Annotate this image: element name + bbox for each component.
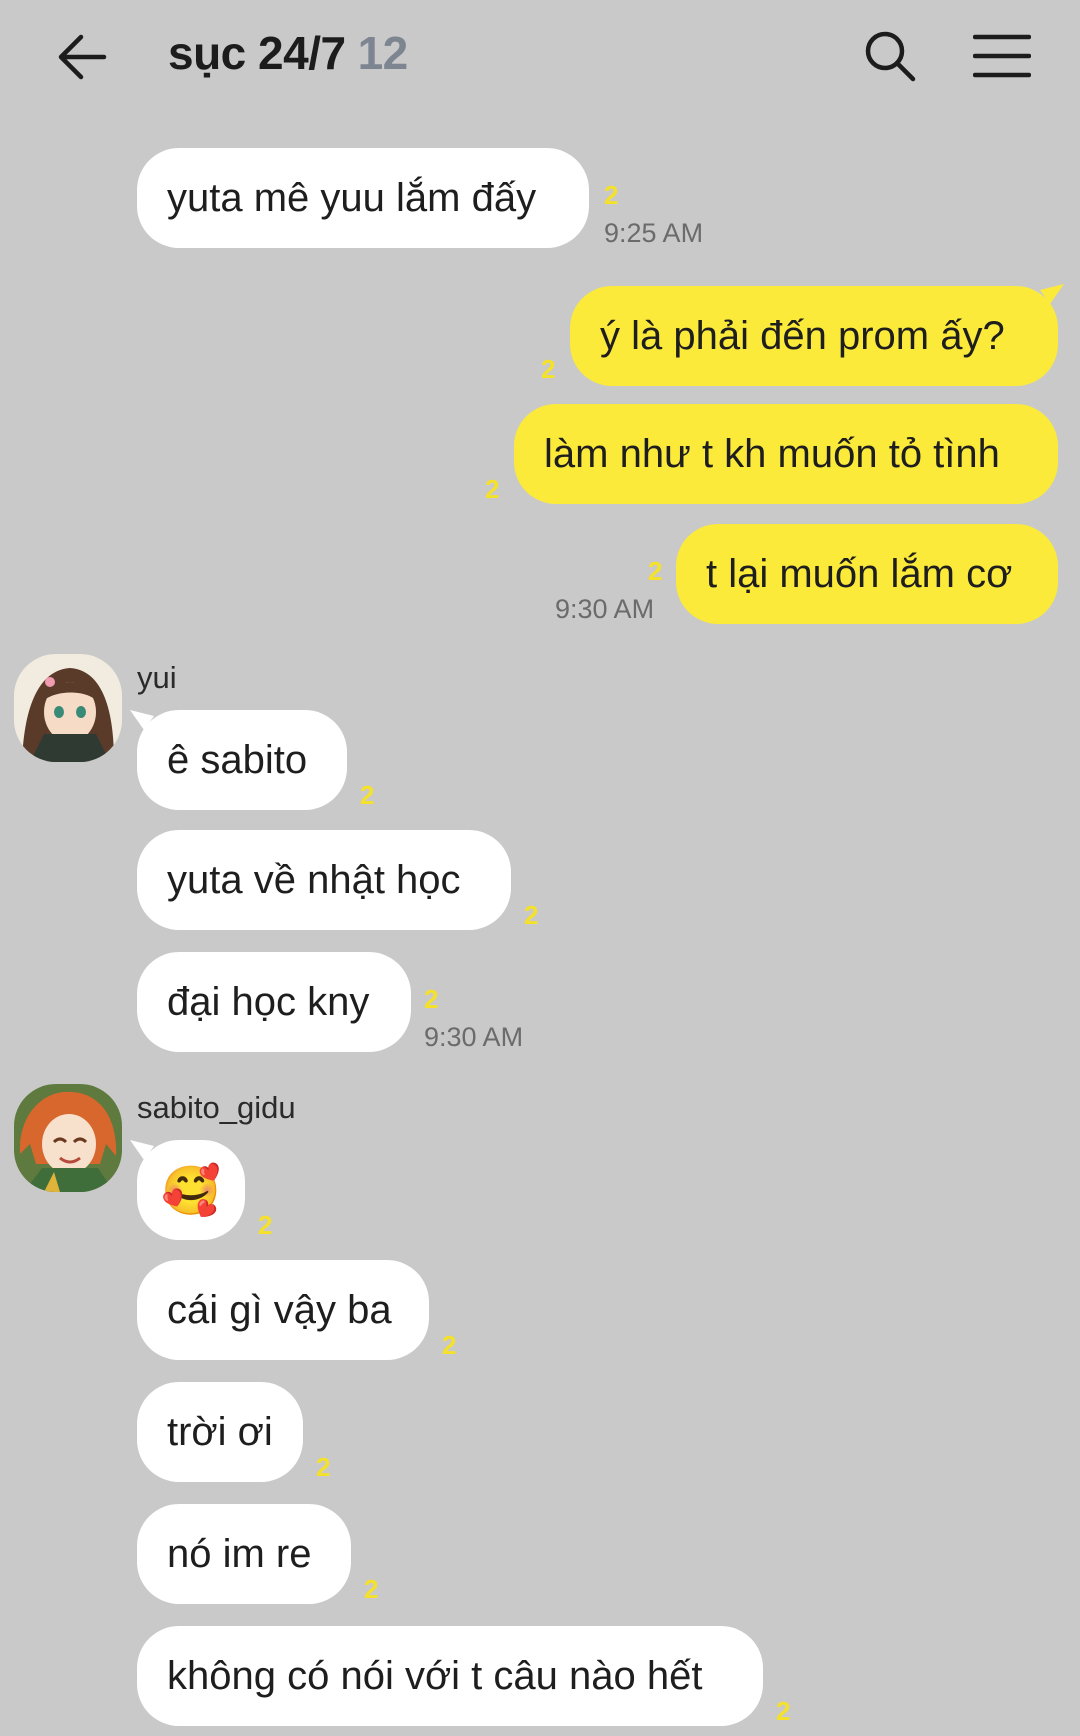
message-text: yuta về nhật học (167, 857, 461, 902)
avatar-image (14, 1084, 122, 1192)
message-bubble[interactable]: đại học kny (137, 952, 411, 1052)
avatar-image (14, 654, 122, 762)
avatar[interactable] (14, 1084, 122, 1192)
message-time: 9:25 AM (604, 218, 704, 248)
message-bubble[interactable]: yuta về nhật học (137, 830, 511, 930)
message-bubble[interactable]: cái gì vậy ba (137, 1260, 429, 1360)
unread-count: 2 (424, 984, 439, 1014)
chat-title: sục 24/7 12 (168, 26, 408, 80)
chat-title-text: sục 24/7 (168, 27, 346, 79)
message-bubble[interactable]: yuta mê yuu lắm đấy (137, 148, 589, 248)
search-icon (865, 31, 916, 82)
unread-count: 2 (364, 1574, 379, 1604)
bubble-tail (1040, 284, 1064, 304)
unread-count: 2 (485, 474, 500, 504)
message-bubble[interactable]: không có nói với t câu nào hết (137, 1626, 763, 1726)
unread-count: 2 (541, 354, 556, 384)
unread-count: 2 (776, 1696, 791, 1726)
my-message-bubble[interactable]: làm như t kh muốn tỏ tình (514, 404, 1058, 504)
message-bubble[interactable]: trời ơi (137, 1382, 303, 1482)
message-text: trời ơi (167, 1409, 273, 1454)
hamburger-menu-icon (973, 34, 1031, 78)
message-text: không có nói với t câu nào hết (167, 1653, 703, 1698)
menu-button[interactable] (970, 28, 1034, 84)
unread-count: 2 (524, 900, 539, 930)
message-bubble[interactable]: ê sabito (137, 710, 347, 810)
message-bubble[interactable]: nó im re (137, 1504, 351, 1604)
message-time: 9:30 AM (555, 594, 655, 624)
unread-count: 2 (258, 1210, 273, 1240)
sender-name: yui (137, 660, 177, 695)
my-message-bubble[interactable]: ý là phải đến prom ấy? (570, 286, 1058, 386)
unread-count: 2 (648, 556, 663, 586)
message-bubble[interactable]: 🥰 (137, 1140, 245, 1240)
sender-name: sabito_gidu (137, 1090, 296, 1125)
message-text: t lại muốn lắm cơ (706, 551, 1013, 596)
search-button[interactable] (858, 24, 922, 88)
back-button[interactable] (50, 26, 114, 88)
unread-count: 2 (316, 1452, 331, 1482)
unread-count: 2 (442, 1330, 457, 1360)
member-count: 12 (357, 27, 409, 79)
emoji-message: 🥰 (161, 1164, 221, 1218)
message-time: 9:30 AM (424, 1022, 524, 1052)
arrow-left-icon (58, 34, 107, 80)
avatar[interactable] (14, 654, 122, 762)
message-text: yuta mê yuu lắm đấy (167, 175, 537, 220)
message-text: đại học kny (167, 979, 370, 1024)
message-text: cái gì vậy ba (167, 1287, 392, 1332)
message-text: ê sabito (167, 737, 308, 782)
unread-count: 2 (604, 180, 619, 210)
message-text: làm như t kh muốn tỏ tình (544, 431, 1000, 476)
unread-count: 2 (360, 780, 375, 810)
message-text: nó im re (167, 1531, 312, 1576)
message-text: ý là phải đến prom ấy? (600, 313, 1005, 358)
my-message-bubble[interactable]: t lại muốn lắm cơ (676, 524, 1058, 624)
